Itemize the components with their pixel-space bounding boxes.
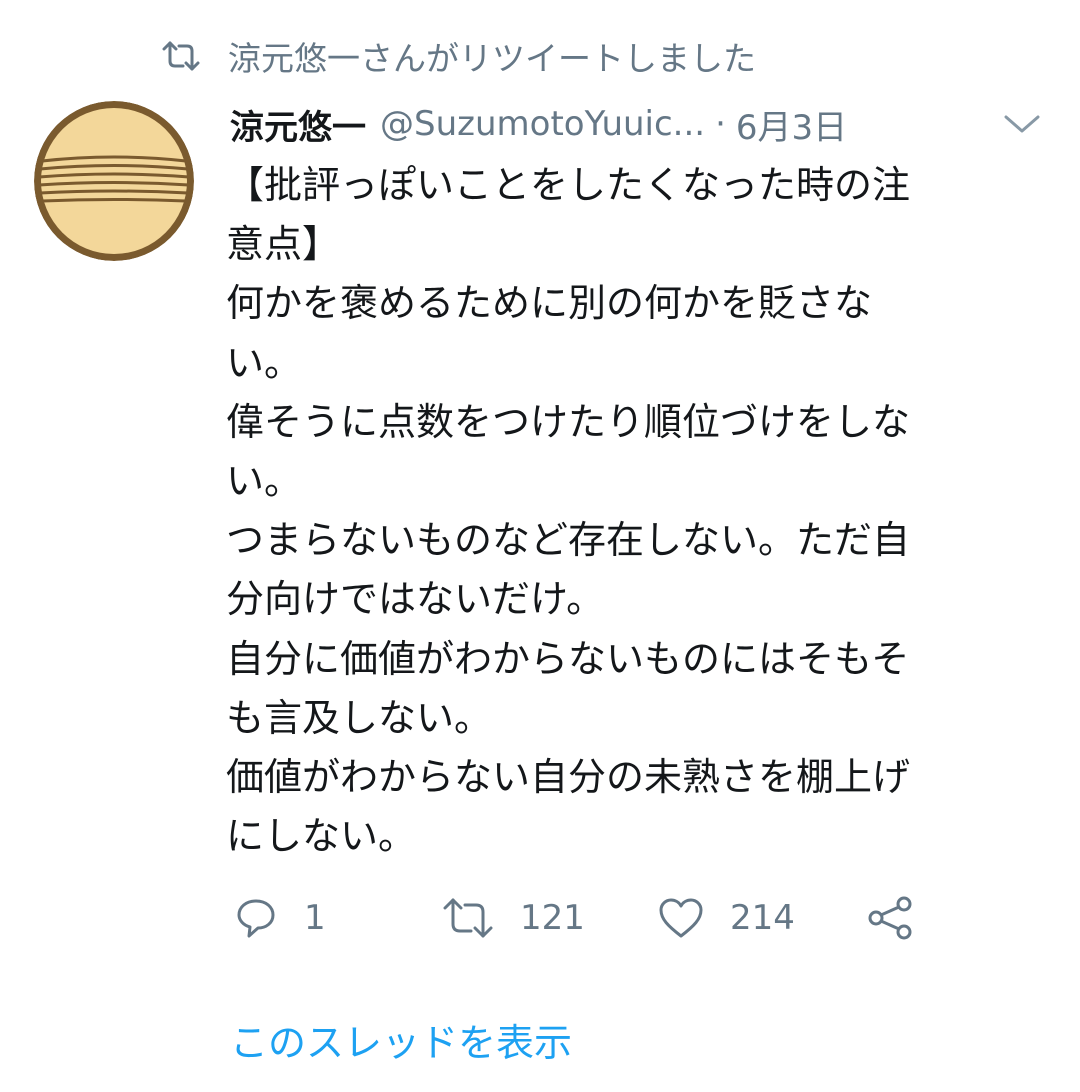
retweet-icon [442, 898, 494, 938]
reply-icon [234, 896, 278, 940]
tweet-date[interactable]: 6月3日 [736, 100, 847, 149]
share-button[interactable] [866, 890, 914, 946]
tweet-text-line: も言及しない。 [226, 695, 493, 740]
tweet-text-line: 偉そうに点数をつけたり順位づけをしな [226, 399, 911, 444]
like-count: 214 [730, 898, 795, 938]
avatar[interactable] [34, 101, 194, 261]
author-handle[interactable]: @SuzumotoYuuic... [380, 104, 705, 144]
tweet-text: 【批評っぽいことをしたくなった時の注 意点】 何かを褒めるために別の何かを貶さな… [226, 156, 1016, 866]
header-separator: · [715, 104, 726, 144]
tweet-text-line: 自分に価値がわからないものにはそもそ [226, 636, 910, 681]
chevron-down-icon[interactable] [996, 104, 1048, 144]
tweet-text-line: つまらないものなど存在しない。ただ自 [226, 518, 911, 563]
retweet-count: 121 [520, 898, 585, 938]
author-name[interactable]: 涼元悠一 [230, 100, 366, 149]
tweet-text-line: 意点】 [226, 222, 341, 267]
tweet-text-line: 分向けではないだけ。 [226, 577, 605, 622]
tweet-text-line: 【批評っぽいことをしたくなった時の注 [226, 163, 911, 207]
tweet-text-line: い。 [226, 458, 303, 503]
reply-count: 1 [304, 898, 326, 938]
reply-button[interactable]: 1 [234, 890, 326, 946]
tweet-text-line: にしない。 [226, 814, 417, 859]
tweet-actions: 1 121 214 [230, 890, 930, 946]
like-button[interactable]: 214 [658, 890, 795, 946]
share-icon [866, 895, 914, 941]
retweet-context-banner: 涼元悠一さんがリツイートしました [160, 30, 756, 82]
tweet-header: 涼元悠一 @SuzumotoYuuic... · 6月3日 [230, 96, 1070, 152]
tweet-text-line: い。 [226, 340, 303, 385]
show-thread-link[interactable]: このスレッドを表示 [230, 1012, 572, 1067]
retweet-context-text: 涼元悠一さんがリツイートしました [228, 39, 756, 78]
retweet-icon [160, 35, 202, 77]
tweet-text-line: 何かを褒めるために別の何かを貶さな [226, 281, 873, 326]
heart-icon [658, 897, 704, 939]
retweet-button[interactable]: 121 [442, 890, 585, 946]
tweet-text-line: 価値がわからない自分の未熟さを棚上げ [226, 754, 911, 799]
